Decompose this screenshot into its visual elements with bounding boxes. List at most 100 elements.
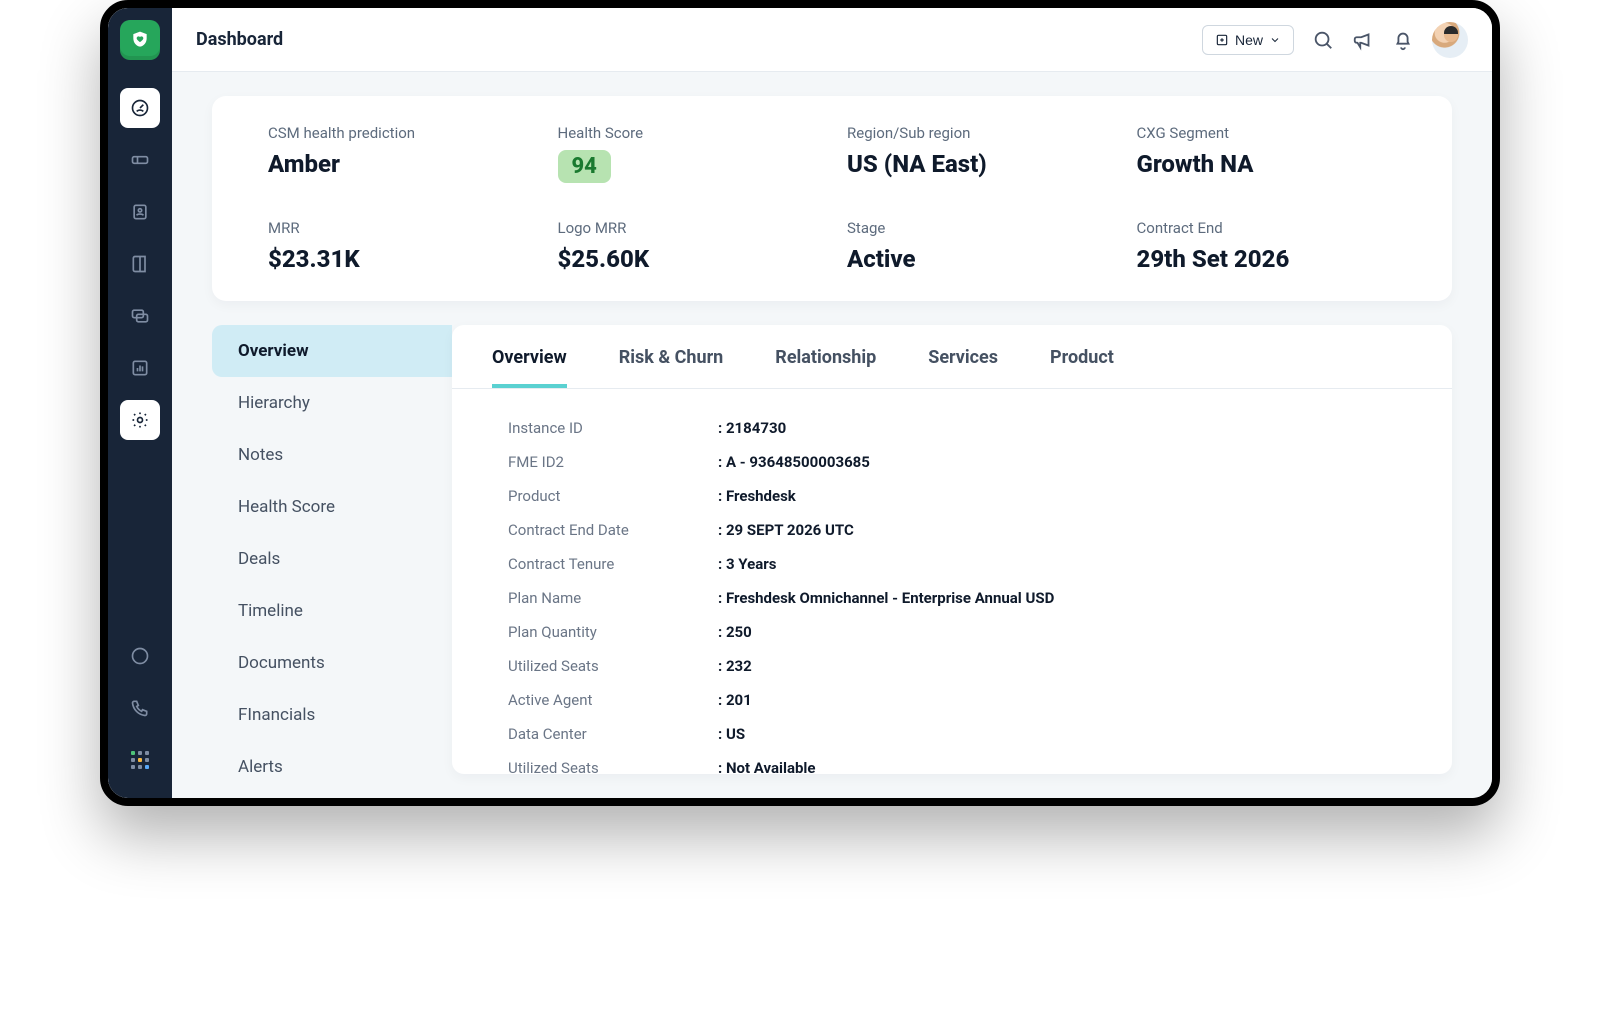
nav-reports[interactable] bbox=[120, 348, 160, 388]
sidebar-nav bbox=[108, 8, 172, 798]
nav-tickets[interactable] bbox=[120, 140, 160, 180]
page-title: Dashboard bbox=[196, 29, 283, 50]
avatar[interactable] bbox=[1432, 22, 1468, 58]
detail-row: Utilized Seats: 232 bbox=[508, 649, 1412, 683]
detail-row: Product: Freshdesk bbox=[508, 479, 1412, 513]
kpi-label: Logo MRR bbox=[558, 219, 818, 237]
device-frame: Dashboard New bbox=[100, 0, 1500, 806]
kpi-cell: CSM health predictionAmber bbox=[268, 124, 528, 183]
nav-apps[interactable] bbox=[120, 740, 160, 780]
detail-value: : 232 bbox=[718, 657, 752, 675]
kpi-value: Active bbox=[847, 245, 1107, 273]
shield-heart-icon bbox=[130, 30, 150, 50]
side-tab-documents[interactable]: Documents bbox=[212, 637, 452, 689]
kpi-cell: Health Score94 bbox=[558, 124, 818, 183]
detail-label: Active Agent bbox=[508, 691, 718, 709]
nav-phone[interactable] bbox=[120, 688, 160, 728]
detail-row: Plan Quantity: 250 bbox=[508, 615, 1412, 649]
nav-contacts[interactable] bbox=[120, 192, 160, 232]
detail-value: : Not Available bbox=[718, 759, 816, 774]
gauge-icon bbox=[130, 98, 150, 118]
search-icon bbox=[1312, 29, 1334, 51]
kpi-cell: MRR$23.31K bbox=[268, 219, 528, 273]
kpi-cell: CXG SegmentGrowth NA bbox=[1137, 124, 1397, 183]
new-button[interactable]: New bbox=[1202, 25, 1294, 55]
book-icon bbox=[130, 254, 150, 274]
chats-icon bbox=[130, 306, 150, 326]
detail-list: Instance ID: 2184730FME ID2: A - 9364850… bbox=[452, 389, 1452, 774]
tab-relationship[interactable]: Relationship bbox=[775, 347, 876, 388]
side-tab-health-score[interactable]: Health Score bbox=[212, 481, 452, 533]
kpi-label: Region/Sub region bbox=[847, 124, 1107, 142]
detail-label: Contract Tenure bbox=[508, 555, 718, 573]
app-logo[interactable] bbox=[120, 20, 160, 60]
detail-label: Product bbox=[508, 487, 718, 505]
nav-chat[interactable] bbox=[120, 296, 160, 336]
detail-card: Overview Risk & Churn Relationship Services… bbox=[452, 325, 1452, 774]
side-tab-hierarchy[interactable]: Hierarchy bbox=[212, 377, 452, 429]
kpi-value: Growth NA bbox=[1137, 150, 1397, 178]
detail-row: Active Agent: 201 bbox=[508, 683, 1412, 717]
contact-icon bbox=[130, 202, 150, 222]
nav-knowledge[interactable] bbox=[120, 244, 160, 284]
chevron-down-icon bbox=[1269, 34, 1281, 46]
kpi-cell: Contract End 29th Set 2026 bbox=[1137, 219, 1397, 273]
detail-label: Contract End Date bbox=[508, 521, 718, 539]
bar-chart-icon bbox=[130, 358, 150, 378]
detail-section: OverviewHierarchyNotesHealth ScoreDealsT… bbox=[212, 325, 1452, 774]
detail-value: : US bbox=[718, 725, 745, 743]
topbar: Dashboard New bbox=[172, 8, 1492, 72]
tab-product[interactable]: Product bbox=[1050, 347, 1114, 388]
side-tab-deals[interactable]: Deals bbox=[212, 533, 452, 585]
detail-value: : 29 SEPT 2026 UTC bbox=[718, 521, 854, 539]
side-tabs: OverviewHierarchyNotesHealth ScoreDealsT… bbox=[212, 325, 452, 774]
notifications-button[interactable] bbox=[1392, 29, 1414, 51]
horizontal-tabs: Overview Risk & Churn Relationship Services… bbox=[452, 325, 1452, 389]
plus-box-icon bbox=[1215, 33, 1229, 47]
kpi-value: Amber bbox=[268, 150, 528, 178]
side-tab-financials[interactable]: FInancials bbox=[212, 689, 452, 741]
nav-dashboard[interactable] bbox=[120, 88, 160, 128]
new-button-label: New bbox=[1235, 32, 1263, 48]
detail-row: Data Center: US bbox=[508, 717, 1412, 751]
tab-risk-churn[interactable]: Risk & Churn bbox=[619, 347, 724, 388]
kpi-label: Contract End bbox=[1137, 219, 1397, 237]
detail-row: Plan Name: Freshdesk Omnichannel - Enter… bbox=[508, 581, 1412, 615]
detail-row: Utilized Seats: Not Available bbox=[508, 751, 1412, 774]
search-button[interactable] bbox=[1312, 29, 1334, 51]
detail-value: : 2184730 bbox=[718, 419, 786, 437]
detail-row: FME ID2: A - 93648500003685 bbox=[508, 445, 1412, 479]
gear-icon bbox=[130, 410, 150, 430]
kpi-cell: Stage Active bbox=[847, 219, 1107, 273]
tab-overview[interactable]: Overview bbox=[492, 347, 567, 388]
megaphone-icon bbox=[1352, 29, 1374, 51]
message-icon bbox=[130, 646, 150, 666]
kpi-value: $25.60K bbox=[558, 245, 818, 273]
kpi-label: MRR bbox=[268, 219, 528, 237]
side-tab-alerts[interactable]: Alerts bbox=[212, 741, 452, 793]
kpi-label: Health Score bbox=[558, 124, 818, 142]
phone-icon bbox=[130, 698, 150, 718]
announcements-button[interactable] bbox=[1352, 29, 1374, 51]
side-tab-notes[interactable]: Notes bbox=[212, 429, 452, 481]
detail-label: Data Center bbox=[508, 725, 718, 743]
detail-value: : 3 Years bbox=[718, 555, 776, 573]
side-tab-timeline[interactable]: Timeline bbox=[212, 585, 452, 637]
detail-row: Contract Tenure: 3 Years bbox=[508, 547, 1412, 581]
detail-label: Utilized Seats bbox=[508, 657, 718, 675]
side-tab-overview[interactable]: Overview bbox=[212, 325, 452, 377]
kpi-label: Stage bbox=[847, 219, 1107, 237]
detail-value: : A - 93648500003685 bbox=[718, 453, 870, 471]
detail-value: : 250 bbox=[718, 623, 752, 641]
kpi-cell: Region/Sub regionUS (NA East) bbox=[847, 124, 1107, 183]
nav-conversations[interactable] bbox=[120, 636, 160, 676]
detail-label: Plan Quantity bbox=[508, 623, 718, 641]
detail-label: Instance ID bbox=[508, 419, 718, 437]
tab-services[interactable]: Services bbox=[928, 347, 998, 388]
detail-value: : Freshdesk Omnichannel - Enterprise Ann… bbox=[718, 589, 1054, 607]
detail-row: Instance ID: 2184730 bbox=[508, 411, 1412, 445]
kpi-value: 29th Set 2026 bbox=[1137, 245, 1397, 273]
bell-icon bbox=[1392, 29, 1414, 51]
nav-settings[interactable] bbox=[120, 400, 160, 440]
apps-grid-icon bbox=[131, 751, 149, 769]
